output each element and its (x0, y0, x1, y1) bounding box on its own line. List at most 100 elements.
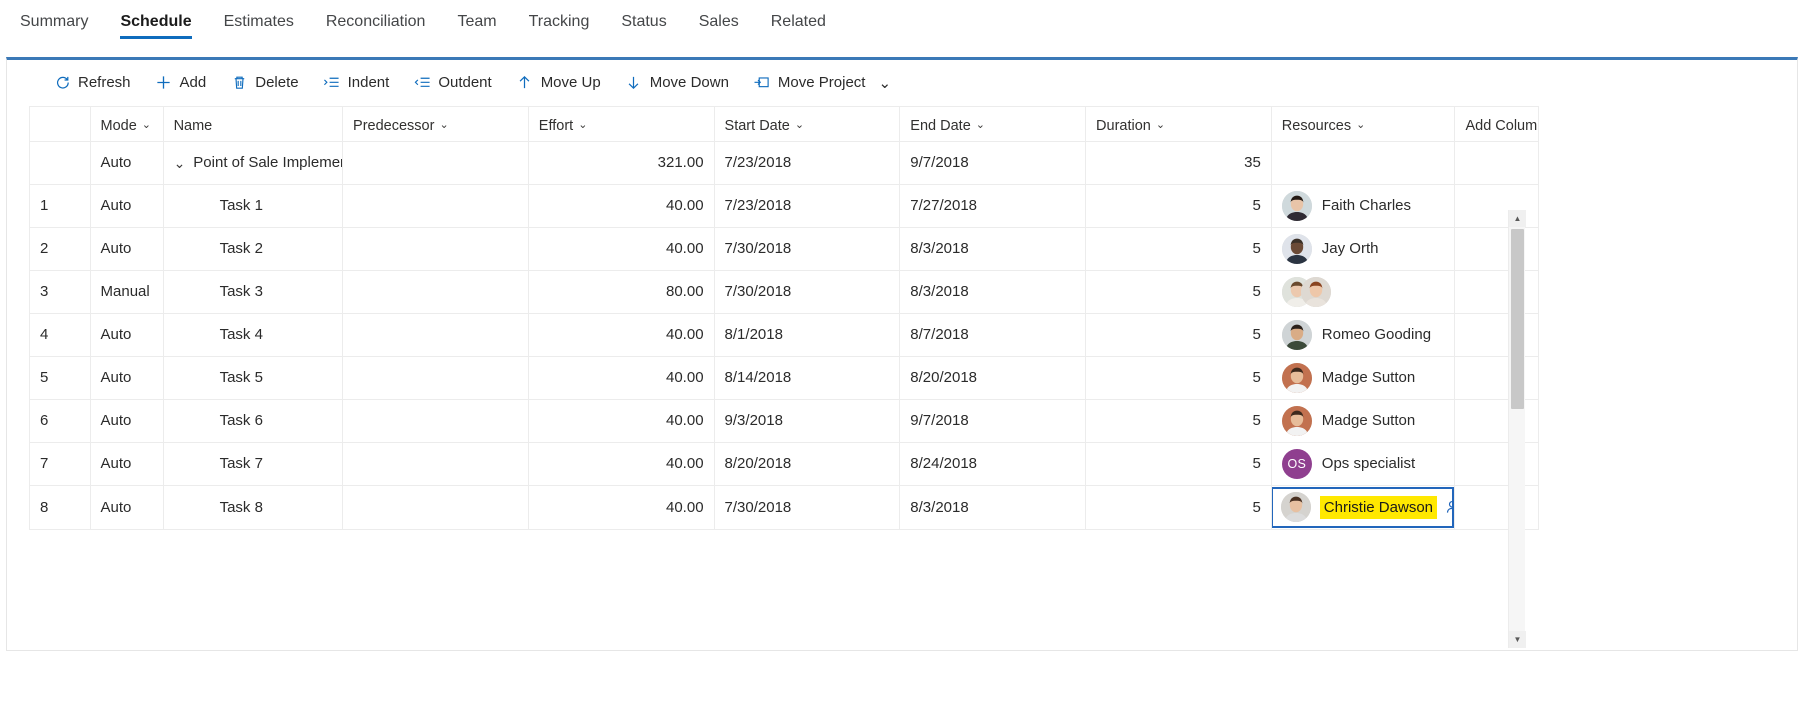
column-header-start[interactable]: Start Date ⌄ (714, 107, 901, 142)
cell-start-date[interactable]: 9/3/2018 (714, 399, 901, 443)
cell-mode[interactable]: Auto (90, 485, 164, 530)
cell-row-number[interactable]: 4 (29, 313, 91, 357)
cell-name[interactable]: Task 5 (163, 356, 344, 400)
column-header-name[interactable]: Name (163, 107, 344, 142)
chevron-down-icon[interactable]: ⌄ (795, 120, 804, 131)
cell-end-date[interactable]: 8/3/2018 (899, 485, 1087, 530)
table-row[interactable]: 2 Auto Task 2 40.00 7/30/2018 8/3/2018 5 Jay Or… (29, 227, 1539, 271)
column-header-addcol[interactable]: Add Column⌄ (1454, 107, 1539, 142)
cell-resources[interactable]: Christie Dawson (1271, 485, 1456, 530)
move-up-button[interactable]: Move Up (504, 63, 613, 103)
cell-add-column[interactable] (1454, 399, 1539, 443)
cell-duration[interactable]: 5 (1085, 227, 1272, 271)
cell-row-number[interactable]: 2 (29, 227, 91, 271)
cell-effort[interactable]: 40.00 (528, 227, 715, 271)
cell-effort[interactable]: 80.00 (528, 270, 715, 314)
outdent-button[interactable]: Outdent (401, 63, 503, 103)
cell-mode[interactable]: Auto (90, 141, 164, 185)
resource-editor[interactable]: Christie Dawson (1271, 486, 1454, 528)
cell-predecessor[interactable] (342, 399, 529, 443)
cell-duration[interactable]: 5 (1085, 399, 1272, 443)
cell-mode[interactable]: Auto (90, 442, 164, 486)
selected-resource-token[interactable]: Christie Dawson (1319, 495, 1438, 519)
cell-duration[interactable]: 5 (1085, 313, 1272, 357)
scroll-up-button[interactable]: ▲ (1509, 210, 1526, 227)
cell-row-number[interactable]: 3 (29, 270, 91, 314)
cell-predecessor[interactable] (342, 227, 529, 271)
cell-end-date[interactable]: 9/7/2018 (899, 399, 1087, 443)
cell-add-column[interactable] (1454, 270, 1539, 314)
cell-end-date[interactable]: 7/27/2018 (899, 184, 1087, 228)
cell-mode[interactable]: Auto (90, 356, 164, 400)
cell-resources[interactable]: OS Ops specialist (1271, 442, 1456, 486)
cell-duration[interactable]: 5 (1085, 184, 1272, 228)
move-project-button[interactable]: Move Project ⌄ (741, 63, 903, 103)
cell-row-number[interactable] (29, 141, 91, 185)
cell-end-date[interactable]: 8/3/2018 (899, 270, 1087, 314)
chevron-down-icon[interactable]: ⌄ (578, 120, 587, 131)
scroll-down-button[interactable]: ▼ (1509, 631, 1526, 648)
cell-effort[interactable]: 40.00 (528, 442, 715, 486)
tab-sales[interactable]: Sales (683, 0, 755, 50)
cell-row-number[interactable]: 8 (29, 485, 91, 530)
cell-predecessor[interactable] (342, 485, 529, 530)
cell-row-number[interactable]: 7 (29, 442, 91, 486)
cell-mode[interactable]: Auto (90, 399, 164, 443)
tab-related[interactable]: Related (755, 0, 842, 50)
cell-end-date[interactable]: 8/3/2018 (899, 227, 1087, 271)
column-header-predecessor[interactable]: Predecessor ⌄ (342, 107, 529, 142)
move-down-button[interactable]: Move Down (613, 63, 741, 103)
cell-add-column[interactable] (1454, 227, 1539, 271)
cell-resources[interactable]: Faith Charles (1271, 184, 1456, 228)
cell-end-date[interactable]: 8/20/2018 (899, 356, 1087, 400)
column-header-end[interactable]: End Date ⌄ (899, 107, 1087, 142)
chevron-down-icon[interactable]: ⌄ (1356, 120, 1365, 131)
scrollbar-thumb[interactable] (1511, 229, 1524, 409)
tab-estimates[interactable]: Estimates (208, 0, 310, 50)
cell-effort[interactable]: 40.00 (528, 313, 715, 357)
column-header-rowno[interactable] (29, 107, 91, 142)
tab-status[interactable]: Status (605, 0, 682, 50)
cell-duration[interactable]: 5 (1085, 442, 1272, 486)
cell-row-number[interactable]: 1 (29, 184, 91, 228)
indent-button[interactable]: Indent (311, 63, 402, 103)
cell-start-date[interactable]: 8/1/2018 (714, 313, 901, 357)
cell-end-date[interactable]: 8/24/2018 (899, 442, 1087, 486)
cell-predecessor[interactable] (342, 270, 529, 314)
cell-start-date[interactable]: 7/30/2018 (714, 485, 901, 530)
cell-name[interactable]: Task 7 (163, 442, 344, 486)
cell-predecessor[interactable] (342, 313, 529, 357)
cell-effort[interactable]: 40.00 (528, 485, 715, 530)
column-header-resources[interactable]: Resources ⌄ (1271, 107, 1456, 142)
column-header-effort[interactable]: Effort ⌄ (528, 107, 715, 142)
cell-effort[interactable]: 321.00 (528, 141, 715, 185)
cell-predecessor[interactable] (342, 442, 529, 486)
cell-predecessor[interactable] (342, 184, 529, 228)
delete-button[interactable]: Delete (218, 63, 310, 103)
cell-name[interactable]: Task 1 (163, 184, 344, 228)
cell-duration[interactable]: 5 (1085, 485, 1272, 530)
cell-resources[interactable]: Romeo Gooding (1271, 313, 1456, 357)
cell-mode[interactable]: Auto (90, 184, 164, 228)
tab-tracking[interactable]: Tracking (513, 0, 606, 50)
chevron-down-icon[interactable]: ⌄ (439, 120, 448, 131)
cell-mode[interactable]: Auto (90, 313, 164, 357)
cell-mode[interactable]: Auto (90, 227, 164, 271)
cell-start-date[interactable]: 7/30/2018 (714, 227, 901, 271)
cell-add-column[interactable] (1454, 356, 1539, 400)
cell-add-column[interactable] (1454, 485, 1539, 530)
collapse-toggle-icon[interactable]: ⌄ (174, 156, 186, 170)
chevron-down-icon[interactable]: ⌄ (976, 120, 985, 131)
cell-resources[interactable] (1271, 270, 1456, 314)
cell-row-number[interactable]: 5 (29, 356, 91, 400)
cell-add-column[interactable] (1454, 141, 1539, 185)
add-button[interactable]: Add (143, 63, 219, 103)
cell-start-date[interactable]: 7/30/2018 (714, 270, 901, 314)
table-row[interactable]: 3 Manual Task 3 80.00 7/30/2018 8/3/2018 5 (29, 270, 1539, 314)
table-row[interactable]: 7 Auto Task 7 40.00 8/20/2018 8/24/2018 5 OS Ops… (29, 442, 1539, 486)
chevron-down-icon[interactable]: ⌄ (1156, 120, 1165, 131)
cell-name[interactable]: ⌄ Point of Sale Implementat (163, 141, 344, 185)
tab-reconciliation[interactable]: Reconciliation (310, 0, 442, 50)
cell-start-date[interactable]: 8/14/2018 (714, 356, 901, 400)
cell-duration[interactable]: 5 (1085, 356, 1272, 400)
